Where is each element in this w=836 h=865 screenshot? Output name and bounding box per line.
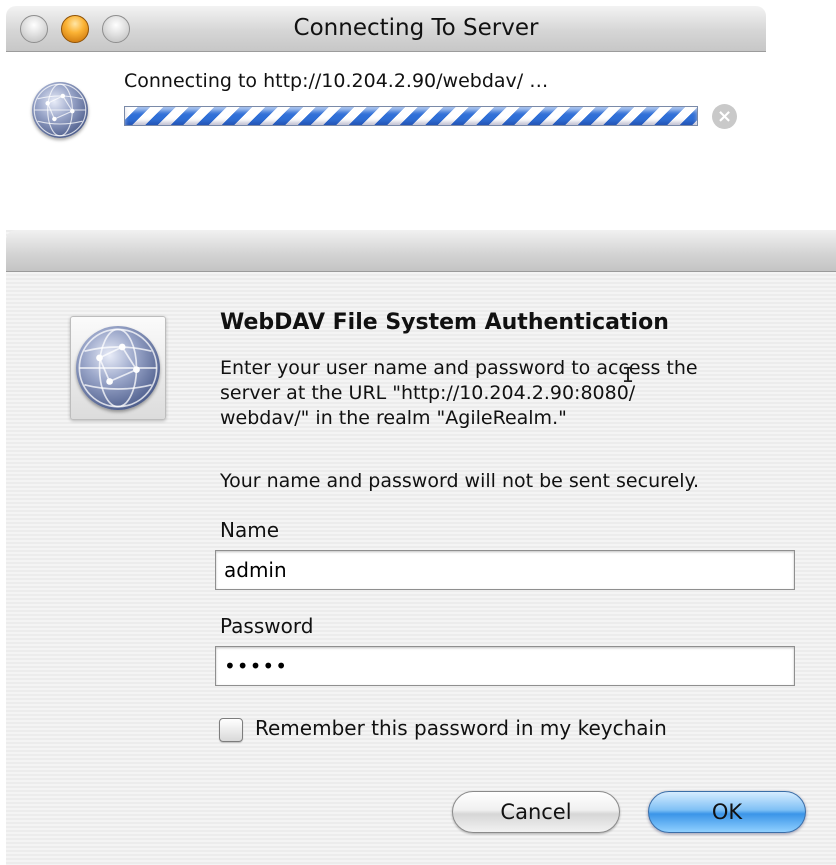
remember-password-label[interactable]: Remember this password in my keychain bbox=[255, 716, 667, 740]
remember-password-checkbox[interactable] bbox=[219, 718, 243, 742]
dialog-message-line: Enter your user name and password to acc… bbox=[220, 357, 698, 379]
name-field[interactable] bbox=[215, 550, 795, 590]
password-label: Password bbox=[220, 614, 314, 638]
ok-button[interactable]: OK bbox=[648, 791, 806, 833]
connecting-titlebar[interactable]: Connecting To Server bbox=[6, 6, 766, 52]
dialog-message-line: webdav/" in the realm "AgileRealm." bbox=[220, 407, 567, 429]
connection-status-text: Connecting to http://10.204.2.90/webdav/… bbox=[124, 70, 549, 92]
connecting-window: Connecting To Server Connecting to http:… bbox=[6, 6, 766, 156]
authentication-dialog: WebDAV File System Authentication Enter … bbox=[6, 230, 836, 865]
dialog-message: Enter your user name and password to acc… bbox=[220, 356, 780, 431]
dialog-titlebar[interactable] bbox=[6, 230, 836, 272]
network-globe-icon bbox=[76, 326, 160, 410]
dialog-message-line: server at the URL "http://10.204.2.90:80… bbox=[220, 382, 636, 404]
password-field[interactable] bbox=[215, 646, 795, 686]
window-title: Connecting To Server bbox=[293, 15, 539, 41]
dialog-heading: WebDAV File System Authentication bbox=[220, 310, 669, 335]
network-globe-icon bbox=[32, 82, 88, 138]
stop-circle-x-icon[interactable]: × bbox=[712, 104, 737, 129]
ibeam-cursor-icon: I bbox=[622, 363, 635, 387]
cancel-button[interactable]: Cancel bbox=[452, 791, 620, 833]
name-label: Name bbox=[220, 518, 280, 542]
connection-progress-bar bbox=[124, 106, 698, 126]
security-warning-text: Your name and password will not be sent … bbox=[220, 470, 700, 492]
